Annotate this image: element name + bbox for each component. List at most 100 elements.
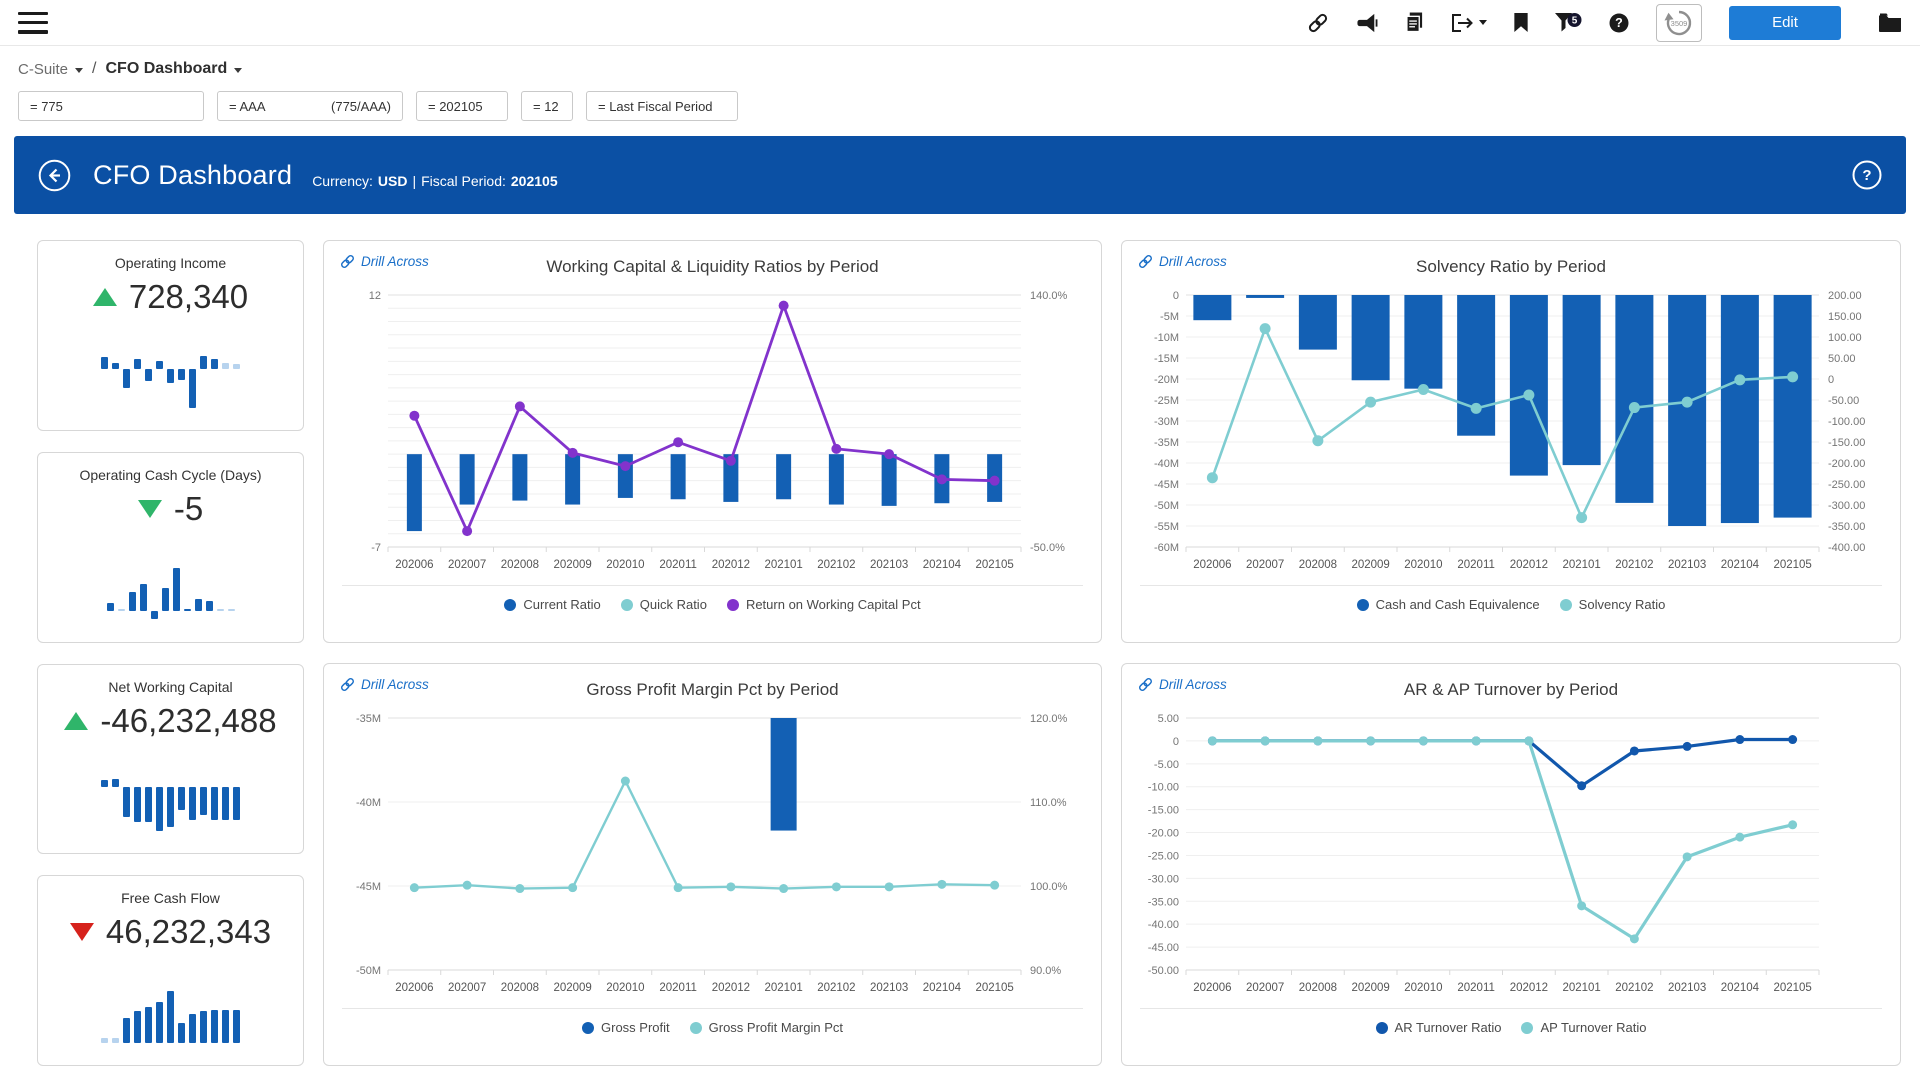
- data-point[interactable]: [410, 883, 419, 892]
- banner-help-button[interactable]: ?: [1852, 160, 1882, 193]
- bar[interactable]: [1615, 295, 1653, 503]
- bar[interactable]: [1721, 295, 1759, 523]
- data-point[interactable]: [409, 411, 419, 421]
- drill-across-link[interactable]: Drill Across: [340, 254, 429, 269]
- data-point[interactable]: [779, 884, 788, 893]
- kpi-card[interactable]: Operating Income 728,340: [37, 240, 304, 431]
- bar[interactable]: [776, 454, 791, 499]
- edit-button[interactable]: Edit: [1729, 6, 1841, 40]
- data-point[interactable]: [620, 461, 630, 471]
- bar[interactable]: [771, 718, 797, 831]
- data-point[interactable]: [1683, 852, 1692, 861]
- data-point[interactable]: [990, 881, 999, 890]
- bar[interactable]: [1352, 295, 1390, 380]
- data-point[interactable]: [1208, 736, 1217, 745]
- data-point[interactable]: [1472, 736, 1481, 745]
- data-point[interactable]: [1523, 389, 1534, 400]
- chart-plot[interactable]: 12-7140.0%-50.0%202006202007202008202009…: [338, 285, 1083, 581]
- data-point[interactable]: [515, 884, 524, 893]
- drill-across-link[interactable]: Drill Across: [340, 677, 429, 692]
- data-point[interactable]: [1629, 402, 1640, 413]
- megaphone-icon[interactable]: [1356, 13, 1378, 33]
- data-point[interactable]: [568, 883, 577, 892]
- data-point[interactable]: [937, 474, 947, 484]
- drill-across-link[interactable]: Drill Across: [1138, 677, 1227, 692]
- data-point[interactable]: [673, 437, 683, 447]
- bar[interactable]: [407, 454, 422, 531]
- breadcrumb-current[interactable]: CFO Dashboard: [105, 60, 242, 78]
- data-point[interactable]: [885, 882, 894, 891]
- legend-item[interactable]: Gross Profit Margin Pct: [690, 1020, 843, 1035]
- data-point[interactable]: [1577, 781, 1586, 790]
- bar[interactable]: [882, 454, 897, 506]
- data-point[interactable]: [1207, 472, 1218, 483]
- bar[interactable]: [460, 454, 475, 504]
- data-point[interactable]: [621, 777, 630, 786]
- data-point[interactable]: [1261, 736, 1270, 745]
- data-point[interactable]: [831, 444, 841, 454]
- bookmark-icon[interactable]: [1514, 13, 1528, 32]
- data-point[interactable]: [515, 401, 525, 411]
- menu-icon[interactable]: [18, 12, 48, 34]
- data-point[interactable]: [1366, 736, 1375, 745]
- data-point[interactable]: [463, 881, 472, 890]
- bar[interactable]: [1404, 295, 1442, 389]
- data-point[interactable]: [1312, 435, 1323, 446]
- bar[interactable]: [1510, 295, 1548, 476]
- bar[interactable]: [829, 454, 844, 504]
- bar[interactable]: [1668, 295, 1706, 526]
- data-point[interactable]: [1787, 371, 1798, 382]
- filter-chip[interactable]: = 12: [521, 91, 573, 121]
- data-point[interactable]: [1313, 736, 1322, 745]
- legend-item[interactable]: Current Ratio: [504, 597, 600, 612]
- back-button[interactable]: [38, 159, 71, 192]
- data-point[interactable]: [1260, 323, 1271, 334]
- filter-chip[interactable]: = 775: [18, 91, 204, 121]
- data-point[interactable]: [1630, 934, 1639, 943]
- legend-item[interactable]: Gross Profit: [582, 1020, 670, 1035]
- data-point[interactable]: [568, 448, 578, 458]
- filter-chip[interactable]: = AAA(775/AAA): [217, 91, 403, 121]
- legend-item[interactable]: AR Turnover Ratio: [1376, 1020, 1502, 1035]
- kpi-card[interactable]: Net Working Capital -46,232,488: [37, 664, 304, 855]
- undo-history-button[interactable]: 3509: [1656, 4, 1702, 42]
- filter-chip[interactable]: = 202105: [416, 91, 508, 121]
- data-point[interactable]: [1682, 397, 1693, 408]
- data-point[interactable]: [1683, 742, 1692, 751]
- kpi-card[interactable]: Operating Cash Cycle (Days) -5: [37, 452, 304, 643]
- folder-icon[interactable]: [1878, 13, 1902, 32]
- kpi-card[interactable]: Free Cash Flow 46,232,343: [37, 875, 304, 1066]
- data-point[interactable]: [1734, 374, 1745, 385]
- bar[interactable]: [671, 454, 686, 499]
- data-point[interactable]: [462, 526, 472, 536]
- chart-plot[interactable]: -35M-40M-45M-50M120.0%110.0%100.0%90.0%2…: [338, 708, 1083, 1004]
- filter-icon[interactable]: 5: [1555, 13, 1582, 33]
- legend-item[interactable]: Cash and Cash Equivalence: [1357, 597, 1540, 612]
- bar[interactable]: [1774, 295, 1812, 518]
- bar[interactable]: [565, 454, 580, 504]
- link-icon[interactable]: [1307, 12, 1329, 34]
- filter-chip[interactable]: = Last Fiscal Period: [586, 91, 738, 121]
- bar[interactable]: [1246, 295, 1284, 298]
- chart-plot[interactable]: 0-5M-10M-15M-20M-25M-30M-35M-40M-45M-50M…: [1136, 285, 1881, 581]
- data-point[interactable]: [1735, 833, 1744, 842]
- data-point[interactable]: [1577, 901, 1586, 910]
- bar[interactable]: [618, 454, 633, 498]
- legend-item[interactable]: Return on Working Capital Pct: [727, 597, 921, 612]
- data-point[interactable]: [832, 882, 841, 891]
- data-point[interactable]: [884, 449, 894, 459]
- data-point[interactable]: [1630, 746, 1639, 755]
- help-icon[interactable]: ?: [1609, 13, 1629, 33]
- bar[interactable]: [1193, 295, 1231, 320]
- data-point[interactable]: [1365, 397, 1376, 408]
- bar[interactable]: [512, 454, 527, 500]
- legend-item[interactable]: Solvency Ratio: [1560, 597, 1666, 612]
- data-point[interactable]: [779, 301, 789, 311]
- legend-item[interactable]: AP Turnover Ratio: [1521, 1020, 1646, 1035]
- data-point[interactable]: [1735, 735, 1744, 744]
- data-point[interactable]: [937, 880, 946, 889]
- data-point[interactable]: [726, 456, 736, 466]
- legend-item[interactable]: Quick Ratio: [621, 597, 707, 612]
- drill-across-link[interactable]: Drill Across: [1138, 254, 1227, 269]
- bar[interactable]: [1457, 295, 1495, 436]
